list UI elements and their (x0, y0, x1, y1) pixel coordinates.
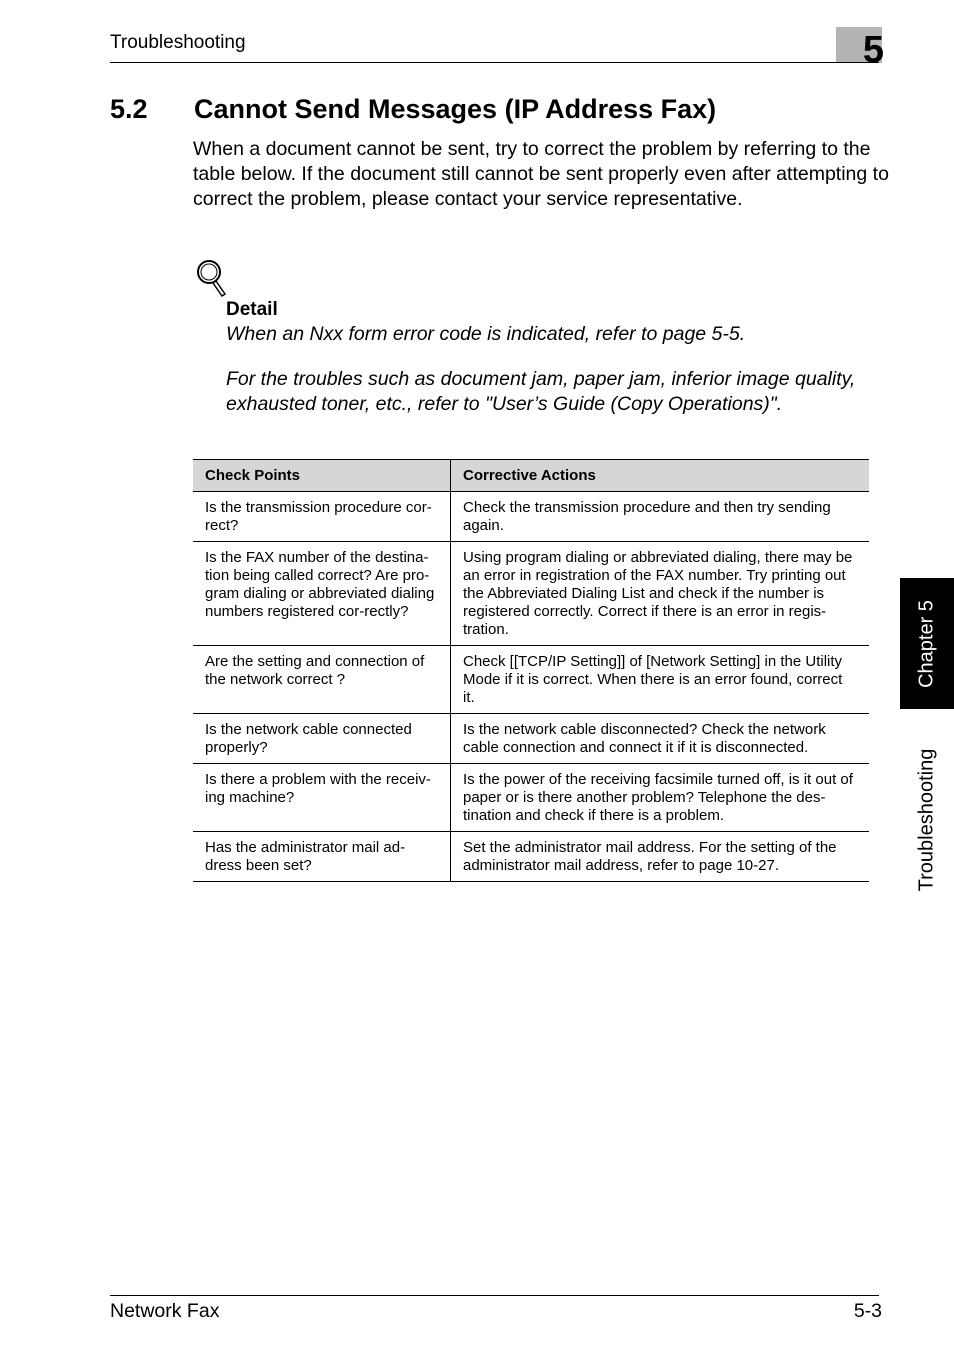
table-row: Is the transmission procedure cor-rect? … (193, 491, 869, 542)
side-tab-section[interactable]: Troubleshooting (916, 749, 939, 892)
corrective-action-cell: Set the administrator mail address. For … (450, 831, 869, 882)
corrective-action-cell: Check the transmission procedure and the… (450, 491, 869, 542)
table-header-row: Check Points Corrective Actions (193, 459, 869, 492)
table-row: Is the FAX number of the destina-tion be… (193, 541, 869, 646)
check-point-cell: Is the FAX number of the destina-tion be… (193, 541, 451, 646)
page-title: Cannot Send Messages (IP Address Fax) (194, 94, 717, 124)
running-head: Troubleshooting (110, 32, 246, 53)
check-point-cell: Is the network cable connected properly? (193, 713, 451, 764)
detail-label: Detail (226, 299, 278, 320)
header-rule (110, 62, 879, 63)
table-row: Has the administrator mail ad-dress been… (193, 831, 869, 882)
side-tab-chapter[interactable]: Chapter 5 (900, 578, 954, 709)
troubleshooting-table: Check Points Corrective Actions Is the t… (193, 459, 869, 882)
chapter-number: 5 (862, 29, 884, 71)
intro-paragraph: When a document cannot be sent, try to c… (193, 138, 889, 210)
check-point-cell: Are the setting and connection of the ne… (193, 645, 451, 714)
section-number: 5.2 (110, 94, 148, 124)
chapter-badge: 5 (836, 27, 884, 69)
corrective-action-cell: Is the network cable disconnected? Check… (450, 713, 869, 764)
footer-title: Network Fax (110, 1300, 220, 1322)
detail-text: When an Nxx form error code is indicated… (226, 323, 746, 345)
table-row: Are the setting and connection of the ne… (193, 645, 869, 714)
magnifier-icon (197, 260, 227, 298)
corrective-action-cell: Is the power of the receiving facsimile … (450, 763, 869, 832)
check-point-cell: Has the administrator mail ad-dress been… (193, 831, 451, 882)
column-header-corrective-actions: Corrective Actions (450, 459, 869, 492)
column-header-check-points: Check Points (193, 459, 451, 492)
corrective-action-cell: Using program dialing or abbreviated dia… (450, 541, 869, 646)
table-row: Is the network cable connected properly?… (193, 713, 869, 764)
check-point-cell: Is the transmission procedure cor-rect? (193, 491, 451, 542)
page-number: 5-3 (853, 1300, 882, 1322)
side-tab-chapter-label: Chapter 5 (915, 599, 938, 688)
corrective-action-cell: Check [[TCP/IP Setting]] of [Network Set… (450, 645, 869, 714)
table-row: Is there a problem with the receiv-ing m… (193, 763, 869, 832)
detail-text: For the troubles such as document jam, p… (226, 368, 856, 415)
footer-rule (110, 1295, 879, 1296)
check-point-cell: Is there a problem with the receiv-ing m… (193, 763, 451, 832)
